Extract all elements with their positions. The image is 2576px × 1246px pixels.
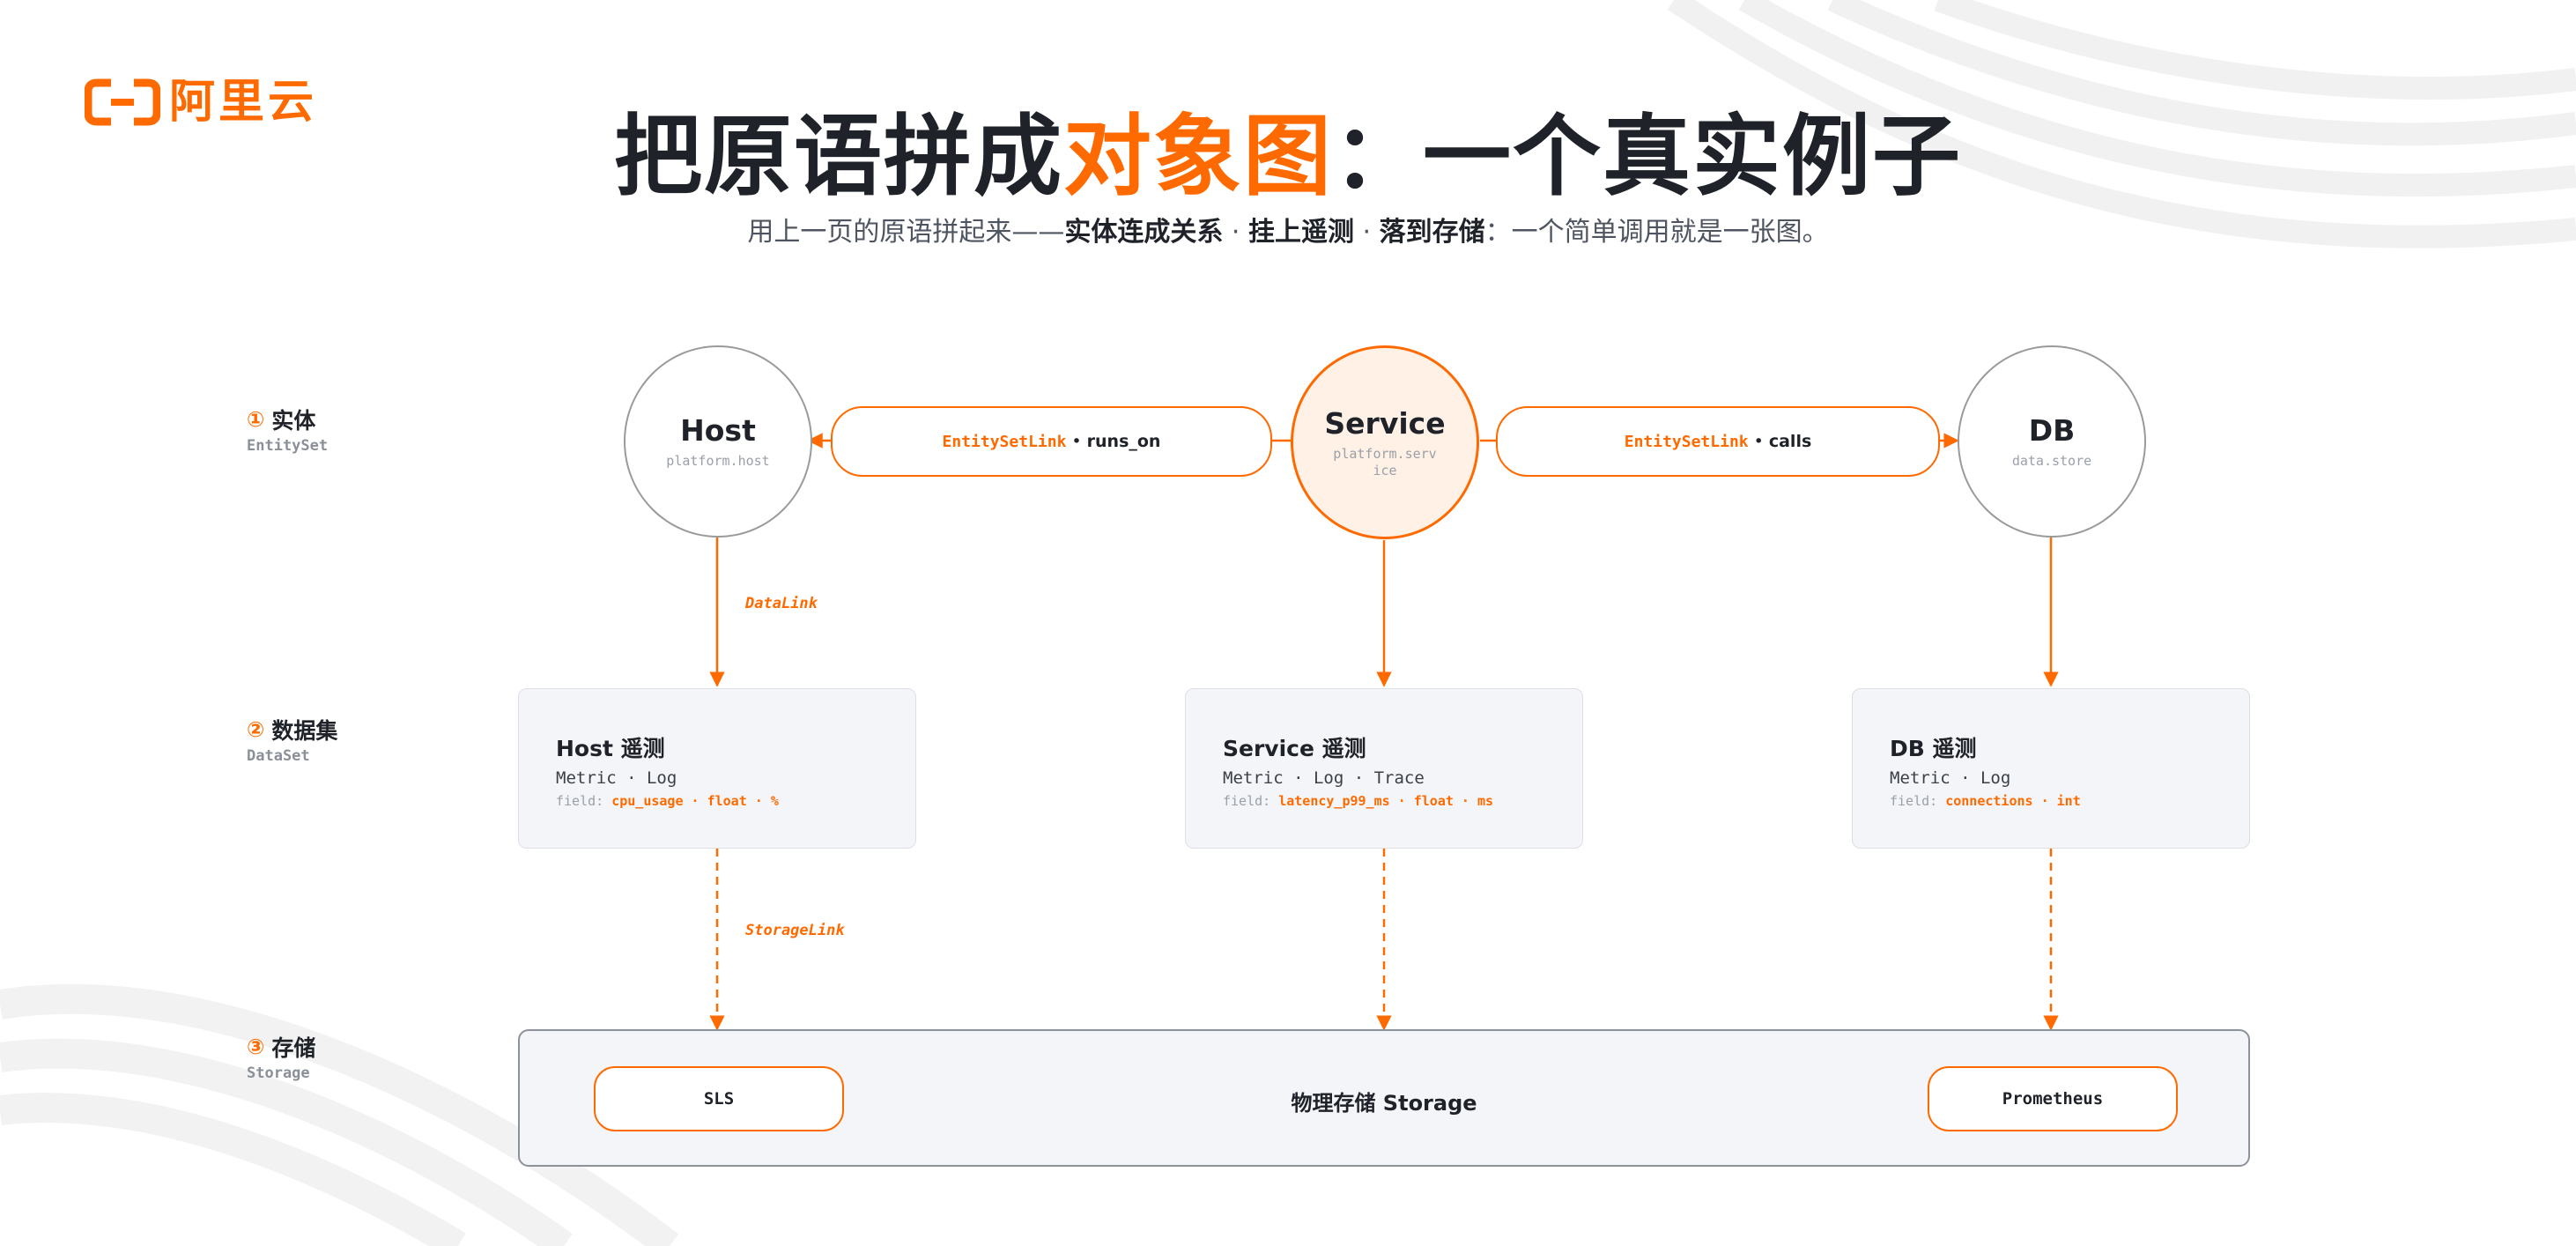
datalink-label: DataLink: [745, 595, 818, 612]
row-number: ①: [247, 407, 265, 432]
entity-name: DB: [2028, 413, 2076, 449]
row-title: 实体: [271, 408, 316, 434]
relation-kind: EntitySetLink: [942, 432, 1067, 451]
relation-name: runs_on: [1086, 432, 1161, 451]
dataset-title: DB 遥测: [1890, 736, 1977, 761]
row-label-entityset: ① 实体 EntitySet: [247, 404, 328, 455]
field-label: field:: [1890, 793, 1938, 809]
storagelink-label: StorageLink: [745, 922, 845, 939]
relation-name: calls: [1768, 432, 1812, 451]
row-subtitle: Storage: [247, 1064, 310, 1082]
dataset-card-service[interactable]: Service 遥测 Metric · Log · Trace field: l…: [1185, 688, 1583, 849]
dataset-field: field: cpu_usage · float · %: [556, 793, 915, 809]
dataset-title: Service 遥测: [1223, 736, 1366, 761]
entity-name: Host: [680, 413, 756, 449]
dataset-field: field: latency_p99_ms · float · ms: [1223, 793, 1582, 809]
field-label: field:: [556, 793, 604, 809]
row-number: ③: [247, 1035, 265, 1059]
entity-id: data.store: [2011, 453, 2092, 470]
relation-runs-on[interactable]: EntitySetLink • runs_on: [831, 406, 1272, 477]
field-value: cpu_usage · float · %: [611, 793, 779, 809]
dataset-field: field: connections · int: [1890, 793, 2249, 809]
row-subtitle: EntitySet: [247, 437, 329, 455]
dataset-title: Host 遥测: [556, 736, 665, 761]
storage-panel: SLS 物理存储 Storage Prometheus: [518, 1029, 2250, 1167]
entity-db[interactable]: DB data.store: [1958, 345, 2146, 538]
entity-id: platform.service: [1333, 445, 1437, 478]
row-label-storage: ③ 存储 Storage: [247, 1031, 315, 1082]
entity-id: platform.host: [666, 453, 770, 470]
storage-prometheus[interactable]: Prometheus: [1928, 1066, 2178, 1131]
dataset-types: Metric · Log · Trace: [1223, 768, 1425, 788]
field-value: connections · int: [1945, 793, 2081, 809]
row-title: 存储: [271, 1035, 316, 1061]
row-subtitle: DataSet: [247, 747, 310, 765]
dataset-types: Metric · Log: [1890, 768, 2011, 788]
entity-host[interactable]: Host platform.host: [624, 345, 812, 538]
relation-kind: EntitySetLink: [1624, 432, 1749, 451]
field-value: latency_p99_ms · float · ms: [1278, 793, 1494, 809]
dataset-card-host[interactable]: Host 遥测 Metric · Log field: cpu_usage · …: [518, 688, 916, 849]
relation-separator: •: [1071, 432, 1082, 451]
row-title: 数据集: [271, 718, 338, 744]
relation-separator: •: [1753, 432, 1764, 451]
entity-service[interactable]: Service platform.service: [1291, 345, 1479, 539]
dataset-card-db[interactable]: DB 遥测 Metric · Log field: connections · …: [1852, 688, 2250, 849]
relation-calls[interactable]: EntitySetLink • calls: [1496, 406, 1940, 477]
dataset-types: Metric · Log: [556, 768, 677, 788]
row-number: ②: [247, 717, 265, 742]
entity-name: Service: [1324, 405, 1446, 441]
field-label: field:: [1223, 793, 1271, 809]
row-label-dataset: ② 数据集 DataSet: [247, 714, 337, 765]
